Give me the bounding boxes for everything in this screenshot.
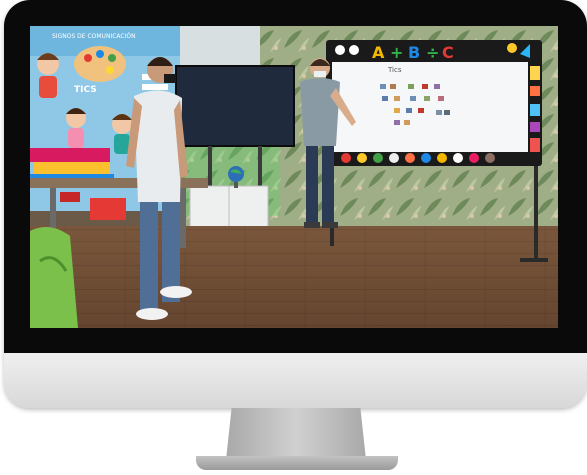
board-letters: A + B ÷ C (372, 43, 454, 62)
whiteboard-title: Tics (387, 66, 402, 74)
board-letter-a: A (372, 43, 385, 62)
board-letter-plus: + (390, 43, 403, 62)
poster-text-tics: TICS (74, 85, 97, 95)
monitor-chin (4, 353, 587, 408)
tv-display (175, 65, 295, 147)
books-stack (30, 148, 110, 162)
classroom-scene: SIGNOS DE COMUNICACIÓN TICS Tics A + B ÷… (30, 26, 558, 328)
monitor-stand-base (196, 456, 398, 470)
globe-icon (228, 166, 244, 182)
board-letter-div: ÷ (426, 43, 439, 62)
board-letter-c: C (442, 43, 454, 62)
whiteboard-surface (332, 62, 528, 156)
board-leg-right (534, 166, 538, 262)
monitor-stand-neck (226, 408, 366, 460)
video-screen: SIGNOS DE COMUNICACIÓN TICS Tics A + B ÷… (30, 26, 558, 328)
board-letter-b: B (408, 43, 420, 62)
poster-text-top: SIGNOS DE COMUNICACIÓN (52, 33, 136, 40)
window-area (180, 26, 260, 66)
desk-top (30, 178, 208, 188)
